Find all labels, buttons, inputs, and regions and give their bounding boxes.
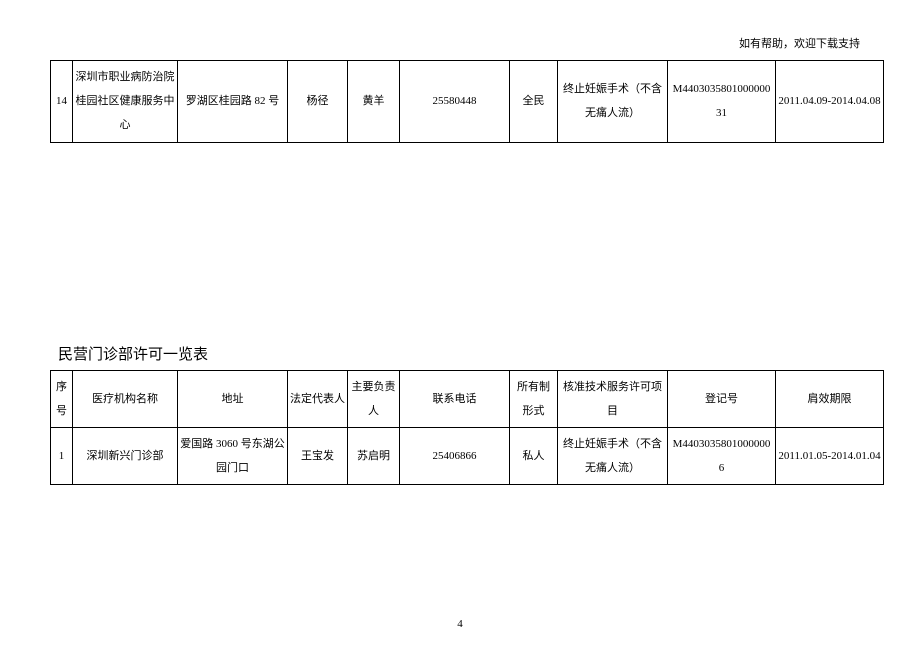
cell-name: 深圳市职业病防治院桂园社区健康服务中心 — [73, 61, 178, 143]
cell-legal: 杨径 — [288, 61, 348, 143]
cell-phone: 25580448 — [400, 61, 510, 143]
cell-valid: 2011.04.09-2014.04.08 — [776, 61, 884, 143]
cell-type: 全民 — [510, 61, 558, 143]
cell-valid: 2011.01.05-2014.01.04 — [776, 427, 884, 484]
header-idx: 序号 — [51, 370, 73, 427]
cell-idx: 14 — [51, 61, 73, 143]
cell-addr: 罗湖区桂园路 82 号 — [178, 61, 288, 143]
cell-addr: 爱国路 3060 号东湖公园门口 — [178, 427, 288, 484]
header-items: 核准技术服务许可项目 — [558, 370, 668, 427]
private-clinic-table: 序号 医疗机构名称 地址 法定代表人 主要负责人 联系电话 所有制形式 核准技术… — [50, 370, 884, 486]
header-head: 主要负责人 — [348, 370, 400, 427]
cell-items: 终止妊娠手术（不含无痛人流） — [558, 427, 668, 484]
cell-items: 终止妊娠手术（不含无痛人流） — [558, 61, 668, 143]
header-type: 所有制形式 — [510, 370, 558, 427]
table-row: 1 深圳新兴门诊部 爱国路 3060 号东湖公园门口 王宝发 苏启明 25406… — [51, 427, 884, 484]
cell-reg: M440303580100000031 — [668, 61, 776, 143]
table-row: 14 深圳市职业病防治院桂园社区健康服务中心 罗湖区桂园路 82 号 杨径 黄羊… — [51, 61, 884, 143]
section-title: 民营门诊部许可一览表 — [58, 343, 870, 364]
cell-idx: 1 — [51, 427, 73, 484]
header-valid: 肩效期限 — [776, 370, 884, 427]
cell-reg: M44030358010000006 — [668, 427, 776, 484]
header-reg: 登记号 — [668, 370, 776, 427]
cell-phone: 25406866 — [400, 427, 510, 484]
header-name: 医疗机构名称 — [73, 370, 178, 427]
table-header-row: 序号 医疗机构名称 地址 法定代表人 主要负责人 联系电话 所有制形式 核准技术… — [51, 370, 884, 427]
header-legal: 法定代表人 — [288, 370, 348, 427]
header-note: 如有帮助，欢迎下载支持 — [739, 35, 860, 51]
cell-name: 深圳新兴门诊部 — [73, 427, 178, 484]
page-number: 4 — [457, 618, 463, 630]
header-addr: 地址 — [178, 370, 288, 427]
header-phone: 联系电话 — [400, 370, 510, 427]
top-continuation-table: 14 深圳市职业病防治院桂园社区健康服务中心 罗湖区桂园路 82 号 杨径 黄羊… — [50, 60, 884, 143]
cell-head: 苏启明 — [348, 427, 400, 484]
cell-type: 私人 — [510, 427, 558, 484]
cell-head: 黄羊 — [348, 61, 400, 143]
cell-legal: 王宝发 — [288, 427, 348, 484]
